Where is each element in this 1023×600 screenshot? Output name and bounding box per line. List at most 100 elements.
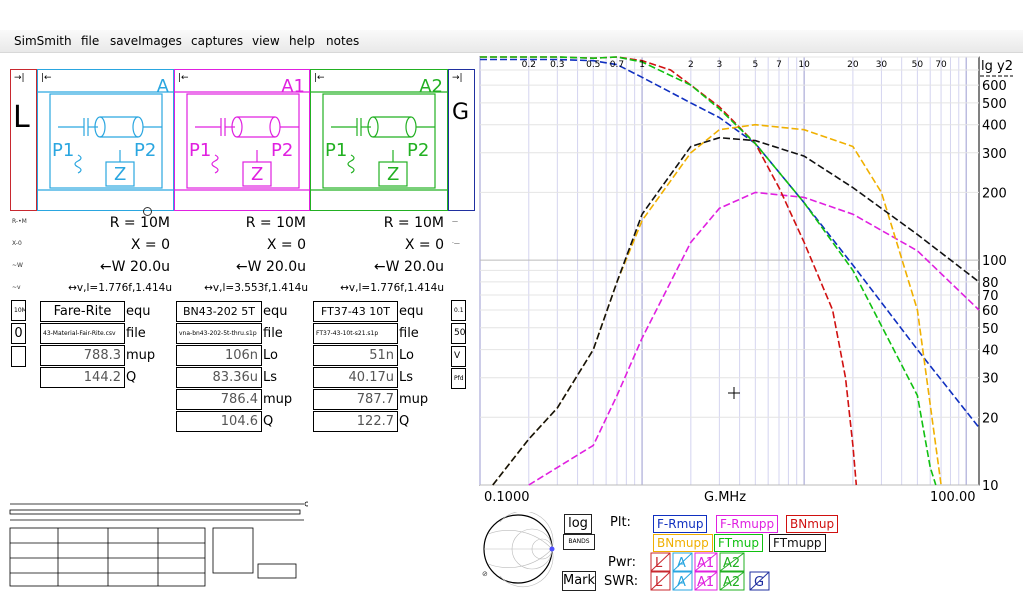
- menu-saveimages[interactable]: saveImages: [110, 34, 182, 48]
- g-small-box-2[interactable]: 50: [451, 323, 466, 344]
- load-block[interactable]: →| L: [10, 69, 37, 211]
- plotkey-bnmupp[interactable]: BNmupp: [653, 534, 713, 552]
- generator-block[interactable]: →| G: [448, 69, 475, 211]
- panel-a2-file[interactable]: FT37-43-10t-s21.s1p: [313, 323, 398, 344]
- block-a2-x[interactable]: X = 0: [312, 237, 444, 253]
- pwr-box-l[interactable]: L: [655, 556, 663, 571]
- panel-a2-lo[interactable]: 51n: [313, 345, 398, 366]
- menu-notes[interactable]: notes: [326, 34, 359, 48]
- block-a2[interactable]: |← A2 P1 P2 Z: [310, 69, 449, 211]
- plotkey-ftmup[interactable]: FTmup: [714, 534, 763, 552]
- smith-chart[interactable]: ⊘: [480, 512, 558, 592]
- g-small-box-3[interactable]: V: [451, 346, 466, 367]
- plotkey-f-rmupp[interactable]: F-Rmupp: [716, 515, 779, 533]
- plot-label: Plt:: [610, 515, 631, 530]
- l-small-box-1[interactable]: 10M: [11, 300, 26, 321]
- panel-a1-file[interactable]: vna-bn43-202-5t-thru.s1p: [176, 323, 262, 344]
- plotkey-bnmup[interactable]: BNmup: [786, 515, 839, 533]
- pwr-box-a[interactable]: A: [677, 556, 686, 571]
- block-a1-x[interactable]: X = 0: [176, 237, 306, 253]
- swr-box-a1[interactable]: A1: [697, 575, 714, 590]
- block-a[interactable]: |← A P1 P2 Z: [37, 69, 175, 211]
- panel-a2-file-label: file: [399, 326, 419, 341]
- menu-view[interactable]: view: [252, 34, 280, 48]
- swr-box-g[interactable]: G: [754, 575, 764, 590]
- menu-file[interactable]: file: [81, 34, 99, 48]
- panel-a1-ls-label: Ls: [263, 370, 278, 385]
- pwr-box-a1[interactable]: A1: [697, 556, 714, 571]
- block-a1[interactable]: |← A1 P1 P2 Z: [174, 69, 311, 211]
- menu-help[interactable]: help: [289, 34, 315, 48]
- block-a1-r[interactable]: R = 10M: [176, 215, 306, 231]
- y-tick-label: 30: [982, 372, 999, 387]
- port-p1-label: P1: [52, 140, 75, 161]
- block-a-x[interactable]: X = 0: [40, 237, 170, 253]
- impedance-z-label: Z: [114, 164, 127, 185]
- panel-a2-equ-label: equ: [399, 304, 424, 319]
- y-tick-label: 80: [982, 276, 999, 291]
- panel-a-file-label: file: [126, 326, 146, 341]
- pwr-swr-toggles[interactable]: L A A1 A2 L A A1 A2 G: [650, 552, 780, 592]
- panel-a1-equ[interactable]: BN43-202 5T: [176, 301, 262, 322]
- g-small-box-1[interactable]: 0.1: [451, 300, 466, 321]
- x-tick-label: 7: [776, 60, 782, 70]
- panel-a2-q-label: Q: [399, 414, 410, 429]
- swr-box-l[interactable]: L: [655, 575, 663, 590]
- panel-a1-equ-label: equ: [263, 304, 288, 319]
- panel-a1-q[interactable]: 104.6: [176, 411, 262, 432]
- y-tick-label: 50: [982, 322, 999, 337]
- x-tick-label: 0.2: [522, 60, 536, 70]
- plotkey-f-rmup[interactable]: F-Rmup: [653, 515, 708, 533]
- panel-a1-ls[interactable]: 83.36u: [176, 367, 262, 388]
- main-chart[interactable]: 0.2 0.3 0.5 0.7 1 2 3 5 7 10 20 30 50 701020304050607…: [478, 55, 1023, 505]
- panel-a1-file-label: file: [263, 326, 283, 341]
- x-tick-label: 5: [752, 60, 758, 70]
- menu-bar: SimSmith file saveImages captures view h…: [0, 30, 1023, 53]
- menu-simsmith[interactable]: SimSmith: [14, 34, 72, 48]
- block-a-vl[interactable]: ↔v,l=1.776f,1.414u: [36, 282, 172, 294]
- plotkey-ftmupp[interactable]: FTmupp: [769, 534, 826, 552]
- panel-a-file[interactable]: 43-Material-Fair-Rite.csv: [40, 323, 125, 344]
- plot-area[interactable]: [479, 56, 980, 486]
- impedance-z-label: Z: [251, 164, 264, 185]
- panel-a-equ[interactable]: Fare-Rite: [40, 301, 125, 322]
- block-a1-w[interactable]: ←W 20.0u: [176, 259, 306, 275]
- panel-a1-mup[interactable]: 786.4: [176, 389, 262, 410]
- block-a2-r[interactable]: R = 10M: [312, 215, 444, 231]
- panel-a-q[interactable]: 144.2: [40, 367, 125, 388]
- block-a1-vl[interactable]: ↔v,l=3.553f,1.414u: [172, 282, 308, 294]
- mark-button[interactable]: Mark: [562, 571, 596, 591]
- g-x-icon: ·—: [452, 240, 460, 247]
- y-tick-label: 20: [982, 411, 999, 426]
- x-tick-label: 50: [912, 60, 924, 70]
- svg-text:⊘: ⊘: [482, 570, 488, 578]
- menu-captures[interactable]: captures: [191, 34, 243, 48]
- port-p2-label: P2: [134, 140, 157, 161]
- r-row-icon: R-•M: [12, 218, 27, 225]
- load-label: L: [13, 100, 30, 135]
- panel-a2-equ[interactable]: FT37-43 10T: [313, 301, 398, 322]
- block-a-w[interactable]: ←W 20.0u: [40, 259, 170, 275]
- panel-a2-ls[interactable]: 40.17u: [313, 367, 398, 388]
- swr-box-a[interactable]: A: [677, 575, 686, 590]
- panel-a-mup[interactable]: 788.3: [40, 345, 125, 366]
- panel-a1-lo[interactable]: 106n: [176, 345, 262, 366]
- bands-button[interactable]: BANDS: [563, 534, 595, 550]
- panel-a2-q[interactable]: 122.7: [313, 411, 398, 432]
- x-tick-label: 2: [688, 60, 694, 70]
- panel-a-mup-label: mup: [126, 348, 156, 363]
- log-button[interactable]: log: [564, 514, 592, 534]
- panel-a2-mup[interactable]: 787.7: [313, 389, 398, 410]
- y-axis-label: lg y2: [981, 59, 1013, 74]
- block-a2-vl[interactable]: ↔v,l=1.776f,1.414u: [308, 282, 444, 294]
- swr-box-a2[interactable]: A2: [723, 575, 740, 590]
- g-small-box-4[interactable]: Pfd: [451, 368, 466, 389]
- block-a-r[interactable]: R = 10M: [40, 215, 170, 231]
- mini-controls[interactable]: [8, 498, 308, 590]
- l-small-box-3[interactable]: [11, 346, 26, 367]
- panel-a1-lo-label: Lo: [263, 348, 278, 363]
- l-small-box-2[interactable]: 0: [11, 323, 26, 344]
- panel-a-q-label: Q: [126, 370, 137, 385]
- pwr-box-a2[interactable]: A2: [723, 556, 740, 571]
- block-a2-w[interactable]: ←W 20.0u: [312, 259, 444, 275]
